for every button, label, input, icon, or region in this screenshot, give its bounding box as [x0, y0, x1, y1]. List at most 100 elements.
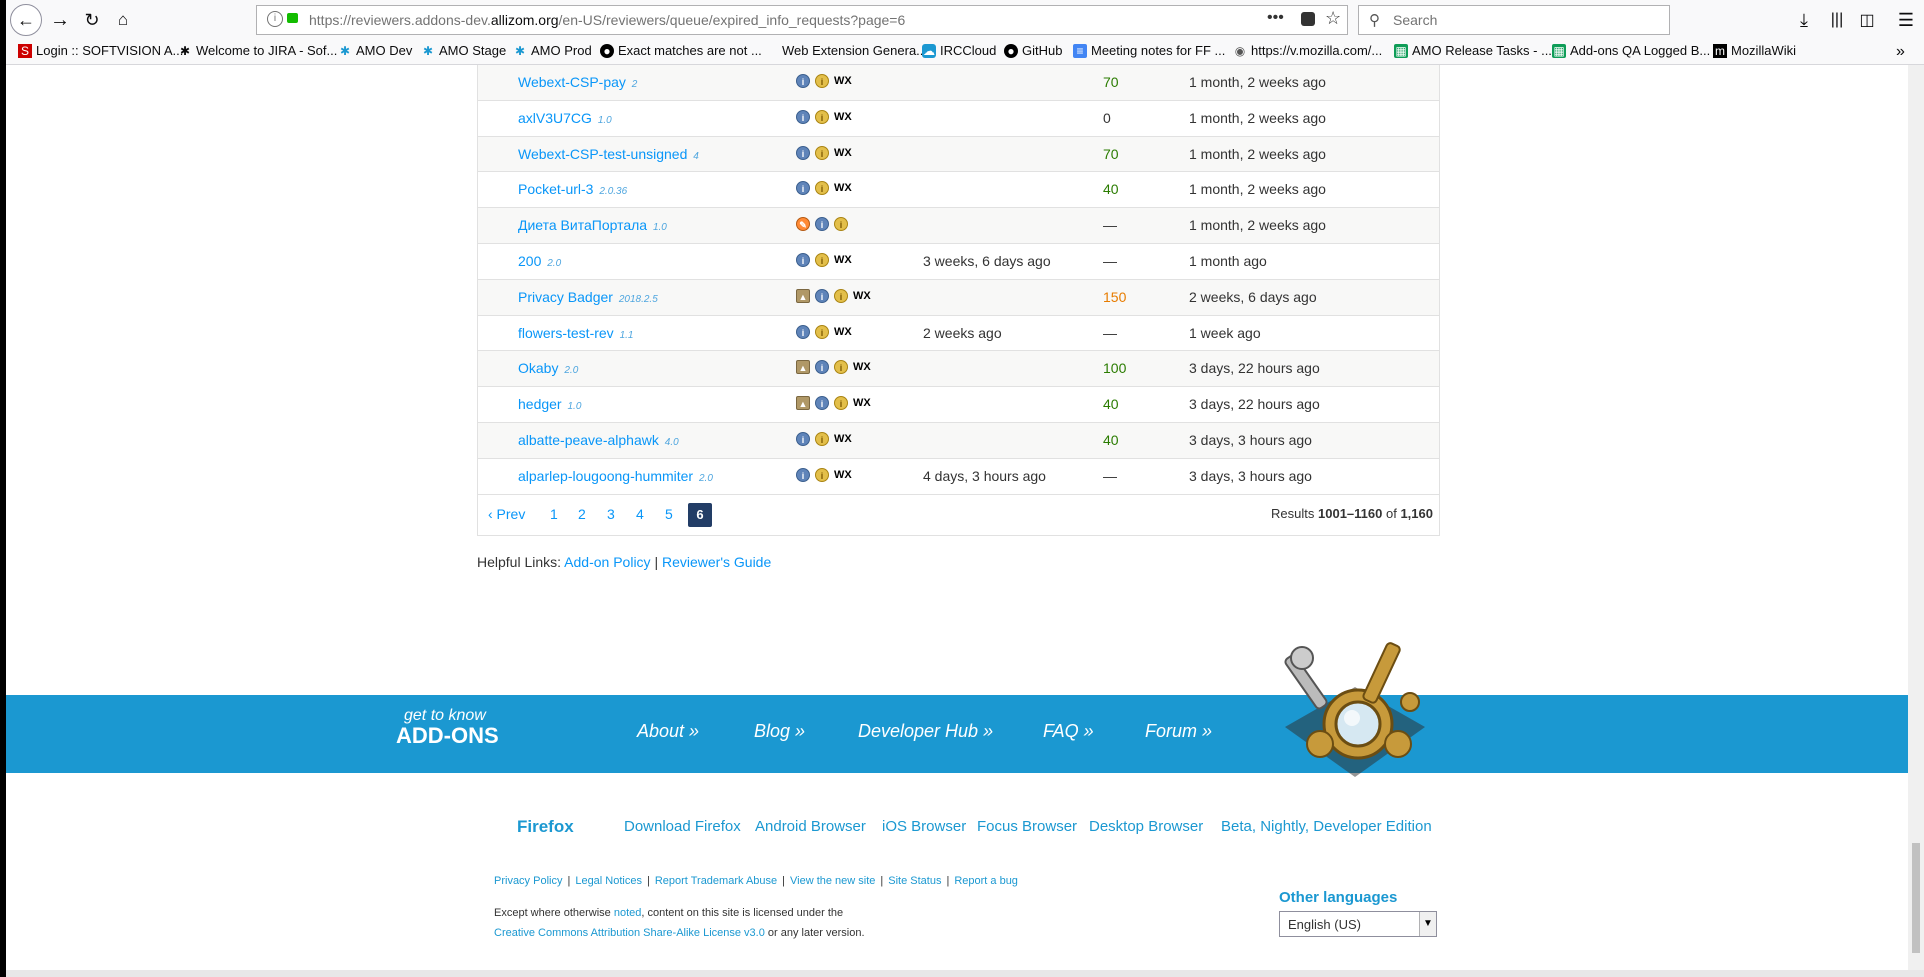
addon-name-link[interactable]: alparlep-lougoong-hummiter 2.0: [518, 468, 713, 484]
bookmark-item[interactable]: ✱ Welcome to JIRA - Sof...: [178, 43, 337, 58]
download-icon: ⤓: [1800, 9, 1808, 30]
results-prefix: Results: [1271, 505, 1319, 521]
addon-name-link[interactable]: Webext-CSP-test-unsigned 4: [518, 146, 699, 162]
firefox-heading[interactable]: Firefox: [517, 817, 574, 837]
info-request-date: 1 month, 2 weeks ago: [1189, 217, 1326, 234]
risk-score: —: [1103, 324, 1117, 341]
prev-page-link[interactable]: ‹ Prev: [488, 506, 525, 522]
forum-link[interactable]: Forum »: [1145, 721, 1212, 742]
pocket-icon[interactable]: [1301, 12, 1315, 26]
legal-notices-link[interactable]: Legal Notices: [575, 875, 642, 887]
risk-score: 70: [1103, 74, 1119, 90]
bookmark-item[interactable]: ▦ Add-ons QA Logged B...: [1552, 43, 1710, 58]
github-icon: ●: [600, 43, 614, 58]
info-request-date: 3 days, 22 hours ago: [1189, 360, 1320, 377]
page-link[interactable]: 5: [665, 506, 673, 522]
language-select[interactable]: English (US) ▼: [1279, 911, 1437, 937]
library-button[interactable]: |||: [1823, 6, 1851, 34]
addon-name-link[interactable]: 200 2.0: [518, 253, 561, 269]
addon-name-link[interactable]: Webext-CSP-pay 2: [518, 74, 637, 90]
beta-nightly-dev-link[interactable]: Beta, Nightly, Developer Edition: [1221, 818, 1432, 835]
bookmark-item[interactable]: ✱ AMO Dev: [338, 43, 412, 58]
pending-info-icon: i: [815, 324, 829, 339]
addon-name-link[interactable]: Okaby 2.0: [518, 360, 578, 376]
focus-browser-link[interactable]: Focus Browser: [977, 818, 1077, 835]
page-link[interactable]: 1: [550, 506, 558, 522]
bookmark-item[interactable]: ● GitHub: [1004, 43, 1062, 58]
faq-link[interactable]: FAQ »: [1043, 721, 1094, 742]
addon-name-link[interactable]: Privacy Badger 2018.2.5: [518, 289, 658, 305]
privacy-policy-link[interactable]: Privacy Policy: [494, 875, 562, 887]
addon-name-link[interactable]: flowers-test-rev 1.1: [518, 325, 633, 341]
other-languages-label: Other languages: [1279, 889, 1398, 906]
view-new-site-link[interactable]: View the new site: [790, 875, 875, 887]
url-bar[interactable]: i https://reviewers.addons-dev.allizom.o…: [256, 5, 1348, 35]
report-trademark-abuse-link[interactable]: Report Trademark Abuse: [655, 875, 777, 887]
addon-flags: i i WX: [796, 324, 852, 339]
developer-hub-link[interactable]: Developer Hub »: [858, 721, 993, 742]
addon-name-link[interactable]: Pocket-url-3 2.0.36: [518, 181, 627, 197]
waiting-time: 4 days, 3 hours ago: [923, 467, 1046, 484]
search-box[interactable]: ⚲ Search: [1358, 5, 1670, 35]
scrollbar-thumb[interactable]: [1912, 843, 1920, 953]
site-status-link[interactable]: Site Status: [888, 875, 941, 887]
bookmark-item[interactable]: m MozillaWiki: [1713, 43, 1796, 58]
android-browser-link[interactable]: Android Browser: [755, 818, 866, 835]
download-firefox-link[interactable]: Download Firefox: [624, 818, 741, 835]
addon-policy-link[interactable]: Add-on Policy: [564, 554, 650, 570]
addon-name-link[interactable]: albatte-peave-alphawk 4.0: [518, 432, 679, 448]
bookmark-item[interactable]: ☁ IRCCloud: [922, 43, 996, 58]
addon-flags: ▲ i i WX: [796, 288, 871, 303]
info-request-date: 2 weeks, 6 days ago: [1189, 288, 1317, 305]
downloads-button[interactable]: ⤓: [1790, 6, 1818, 34]
menu-button[interactable]: ☰: [1892, 6, 1920, 34]
addon-name-link[interactable]: Диета ВитаПортала 1.0: [518, 217, 667, 233]
bookmark-item[interactable]: Web Extension Genera...: [782, 43, 927, 58]
pending-info-icon: i: [834, 360, 848, 375]
blog-link[interactable]: Blog »: [754, 721, 805, 742]
bookmark-item[interactable]: ✱ AMO Prod: [513, 43, 592, 58]
page-actions-icon[interactable]: •••: [1267, 9, 1284, 27]
sidebar-button[interactable]: ◫: [1853, 6, 1881, 34]
pending-info-icon: i: [815, 431, 829, 446]
page-link[interactable]: 4: [636, 506, 644, 522]
back-button[interactable]: ←: [10, 4, 42, 36]
bookmark-label: Add-ons QA Logged B...: [1570, 43, 1711, 58]
hamburger-icon: ☰: [1897, 9, 1915, 30]
addon-version: 2: [631, 79, 638, 90]
forward-button[interactable]: →: [46, 6, 74, 34]
addon-name-link[interactable]: axlV3U7CG 1.0: [518, 110, 612, 126]
bookmark-star-icon[interactable]: ☆: [1325, 8, 1341, 29]
addon-name: hedger: [518, 396, 562, 413]
home-button[interactable]: ⌂: [109, 6, 137, 34]
bookmark-item[interactable]: ◉ https://v.mozilla.com/...: [1233, 43, 1383, 58]
waiting-time: 3 weeks, 6 days ago: [923, 252, 1051, 269]
bookmark-item[interactable]: ● Exact matches are not ...: [600, 43, 762, 58]
risk-score: 70: [1103, 145, 1119, 162]
noted-link[interactable]: noted: [614, 907, 642, 919]
page-link[interactable]: 2: [578, 506, 586, 522]
page-link[interactable]: 3: [607, 506, 615, 522]
report-bug-link[interactable]: Report a bug: [954, 875, 1018, 887]
bookmark-item[interactable]: ≡ Meeting notes for FF ...: [1073, 43, 1225, 58]
bookmark-item[interactable]: ▦ AMO Release Tasks - ...: [1394, 43, 1552, 58]
addon-version: 2018.2.5: [618, 293, 658, 305]
addon-name-link[interactable]: hedger 1.0: [518, 396, 581, 412]
irccloud-icon: ☁: [922, 43, 936, 58]
bookmarks-overflow-button[interactable]: »: [1896, 43, 1905, 61]
risk-score: —: [1103, 252, 1117, 269]
risk-score: 40: [1103, 181, 1119, 198]
results-total: 1,160: [1400, 505, 1433, 521]
ios-browser-link[interactable]: iOS Browser: [882, 818, 966, 835]
desktop-browser-link[interactable]: Desktop Browser: [1089, 818, 1203, 835]
about-link[interactable]: About »: [637, 721, 699, 742]
bookmark-item[interactable]: S Login :: SOFTVISION A...: [18, 43, 183, 58]
bookmark-label: MozillaWiki: [1731, 43, 1796, 58]
cc-license-link[interactable]: Creative Commons Attribution Share-Alike…: [494, 927, 765, 939]
info-icon[interactable]: i: [267, 11, 283, 27]
reload-button[interactable]: ↻: [78, 6, 106, 34]
reviewers-guide-link[interactable]: Reviewer's Guide: [662, 554, 771, 570]
page-scrollbar[interactable]: [1908, 65, 1924, 970]
addon-flags: ▲ i i WX: [796, 396, 871, 411]
bookmark-item[interactable]: ✱ AMO Stage: [421, 43, 506, 58]
